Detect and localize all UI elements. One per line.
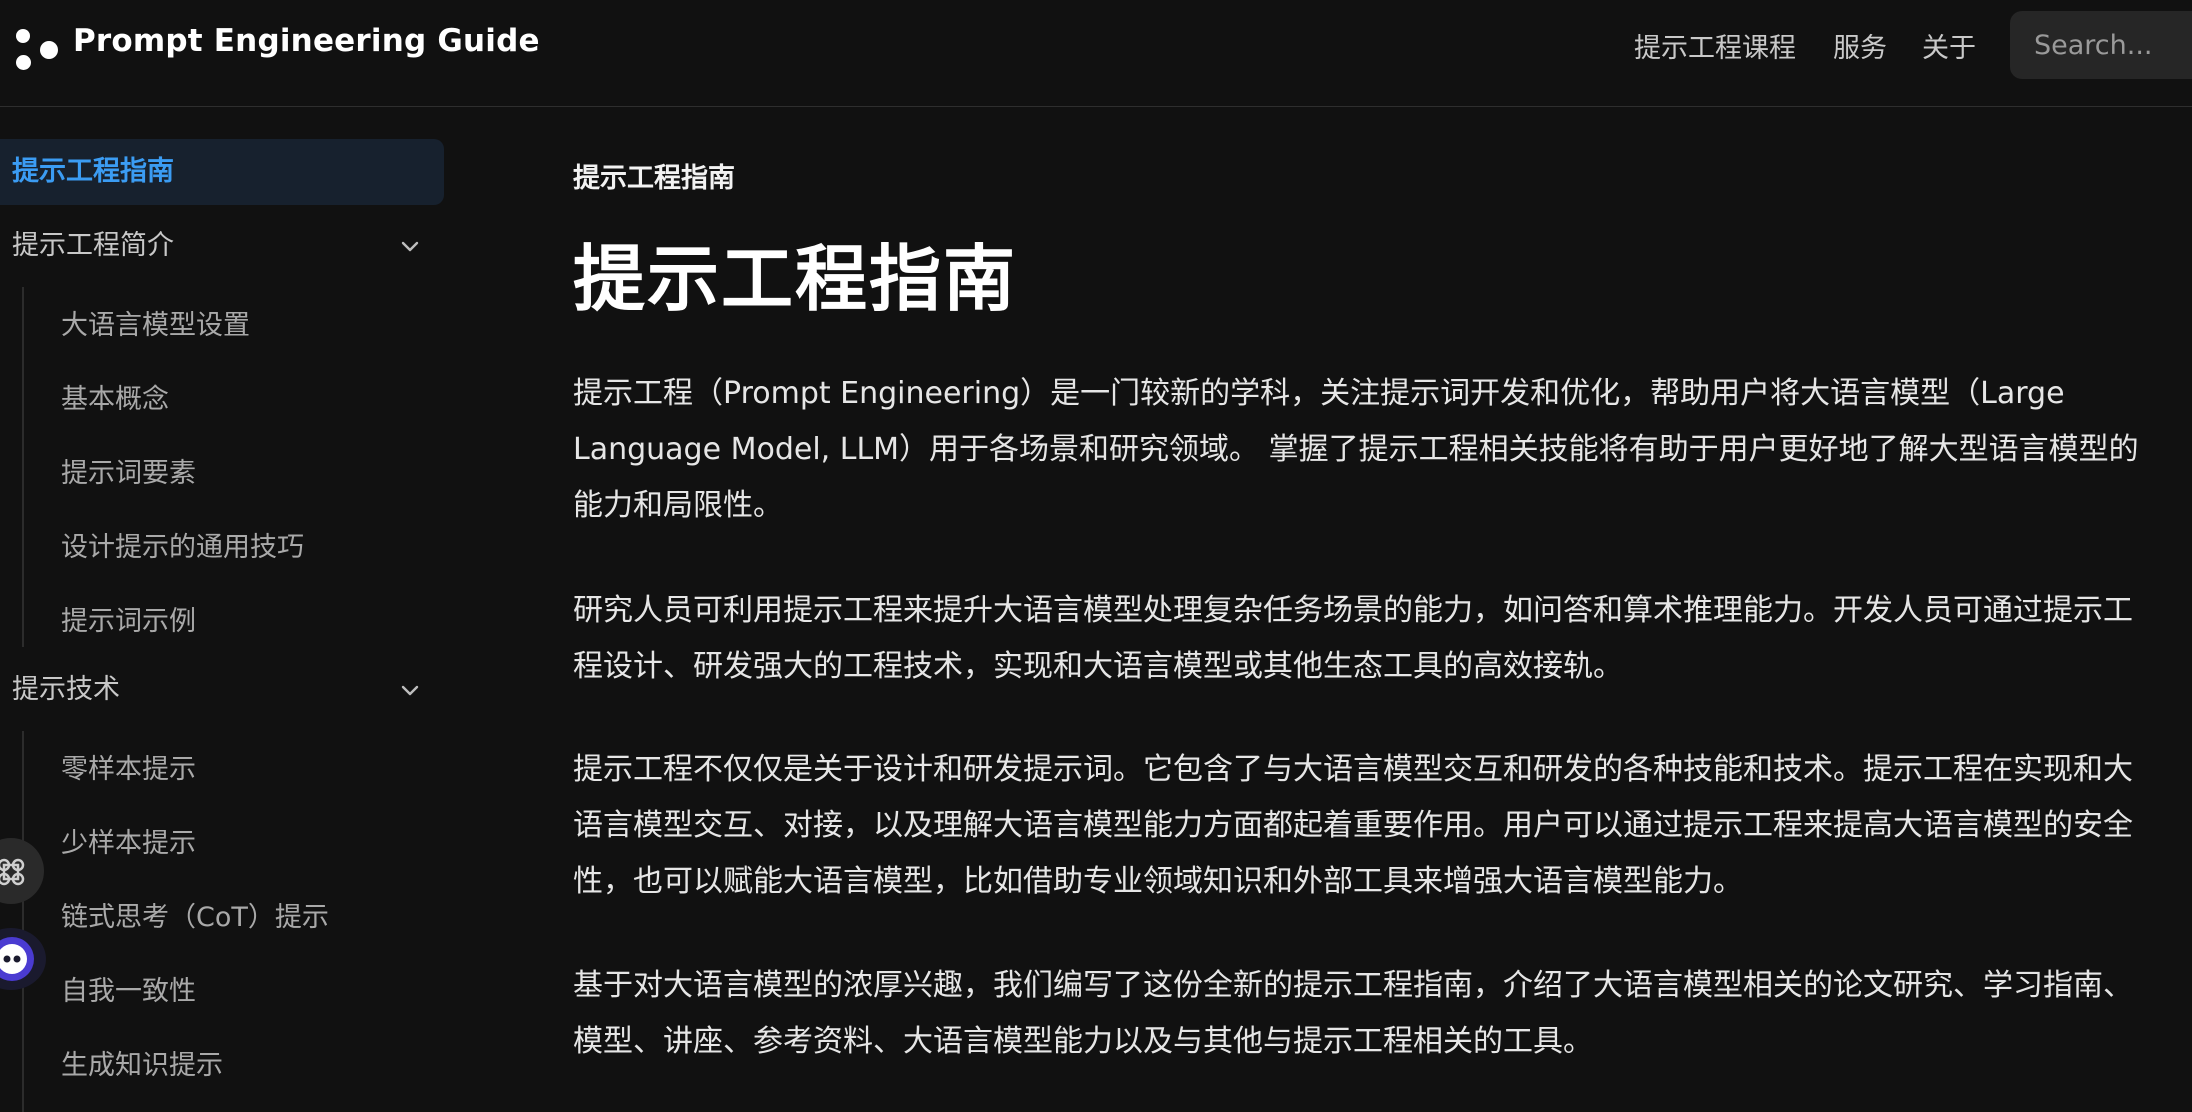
sidebar-item-elements[interactable]: 提示词要素 xyxy=(61,451,196,490)
nav-link-course[interactable]: 提示工程课程 xyxy=(1634,26,1796,65)
page-title: 提示工程指南 xyxy=(573,237,1018,321)
sidebar-item-generated-knowledge[interactable]: 生成知识提示 xyxy=(61,1043,223,1082)
top-header: Prompt Engineering Guide 提示工程课程 服务 关于 xyxy=(0,0,2192,107)
subtree-line xyxy=(22,731,24,1112)
nav-link-about[interactable]: 关于 xyxy=(1922,26,1976,65)
brand-title[interactable]: Prompt Engineering Guide xyxy=(73,23,540,59)
search-input[interactable] xyxy=(2010,11,2192,79)
paragraph-2: 研究人员可利用提示工程来提升大语言模型处理复杂任务场景的能力，如问答和算术推理能… xyxy=(573,593,2133,684)
sidebar-item-zero-shot[interactable]: 零样本提示 xyxy=(61,747,196,786)
paragraph-3: 提示工程不仅仅是关于设计和研发提示词。它包含了与大语言模型交互和研发的各种技能和… xyxy=(573,752,2133,899)
paragraph-1: 提示工程（Prompt Engineering）是一门较新的学科，关注提示词开发… xyxy=(573,376,2139,523)
sidebar-item-basics[interactable]: 基本概念 xyxy=(61,377,169,416)
sidebar-section-techniques[interactable]: 提示技术 xyxy=(0,657,444,723)
chevron-down-icon[interactable] xyxy=(398,234,422,258)
nav-link-services[interactable]: 服务 xyxy=(1833,26,1887,65)
paragraph-4: 基于对大语言模型的浓厚兴趣，我们编写了这份全新的提示工程指南，介绍了大语言模型相… xyxy=(573,968,2133,1059)
breadcrumb[interactable]: 提示工程指南 xyxy=(573,156,735,195)
sidebar-item-llm-settings[interactable]: 大语言模型设置 xyxy=(61,303,250,342)
sidebar-item-few-shot[interactable]: 少样本提示 xyxy=(61,821,196,860)
sidebar-item-guide[interactable]: 提示工程指南 xyxy=(0,139,444,205)
sidebar-section-label: 提示技术 xyxy=(12,674,120,705)
sidebar-item-cot[interactable]: 链式思考（CoT）提示 xyxy=(61,895,329,934)
sidebar-item-tips[interactable]: 设计提示的通用技巧 xyxy=(61,525,304,564)
sidebar-section-label: 提示工程简介 xyxy=(12,230,174,261)
sidebar-item-self-consistency[interactable]: 自我一致性 xyxy=(61,969,196,1008)
assistant-icon[interactable] xyxy=(0,928,46,990)
chevron-down-icon[interactable] xyxy=(398,678,422,702)
sidebar: 提示工程指南 提示工程简介 大语言模型设置 基本概念 提示词要素 设计提示的通用… xyxy=(0,107,450,1112)
command-icon[interactable] xyxy=(0,838,44,904)
sidebar-item-examples[interactable]: 提示词示例 xyxy=(61,599,196,638)
sidebar-section-intro[interactable]: 提示工程简介 xyxy=(0,213,444,279)
subtree-line xyxy=(22,287,24,647)
logo-icon[interactable] xyxy=(14,29,60,71)
